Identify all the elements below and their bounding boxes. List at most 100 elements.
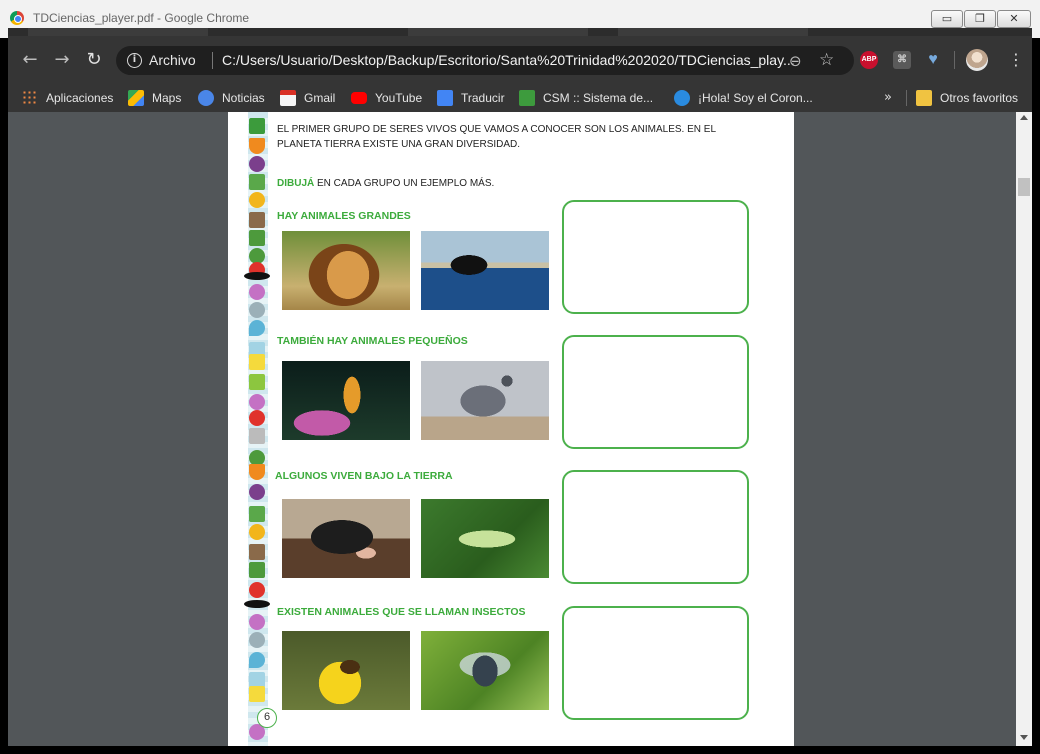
caterpillar-photo: [421, 499, 549, 578]
browser-window: TDCiencias_player.pdf - Google Chrome ▭ …: [0, 0, 1040, 754]
instruction-rest: EN CADA GRUPO UN EJEMPLO MÁS.: [314, 178, 495, 189]
scheme-label: Archivo: [149, 52, 196, 68]
bookmark-label: Noticias: [222, 91, 265, 105]
tomato-icon: [249, 582, 265, 598]
page-number: 6: [257, 708, 277, 728]
tab-ghost[interactable]: [28, 28, 208, 36]
heart-extension-icon[interactable]: ♥: [924, 51, 942, 69]
drawing-box-large-animals[interactable]: [562, 200, 749, 314]
carrot-icon: [249, 464, 265, 480]
lettuce-icon: [249, 374, 265, 390]
address-bar[interactable]: i Archivo C:/Users/Usuario/Desktop/Backu…: [116, 46, 854, 75]
bookmark-label: Gmail: [304, 91, 336, 105]
beet-icon: [249, 484, 265, 500]
mole-photo: [282, 499, 410, 578]
plant-icon: [249, 562, 265, 578]
bookmark-noticias[interactable]: Noticias: [198, 84, 265, 112]
sun-icon: [249, 524, 265, 540]
gmail-icon: [280, 90, 296, 106]
profile-avatar[interactable]: [966, 49, 988, 71]
url-text[interactable]: C:/Users/Usuario/Desktop/Backup/Escritor…: [222, 52, 795, 68]
drop-icon: [249, 652, 265, 668]
snail-icon: [249, 302, 265, 318]
scroll-down-arrow-icon[interactable]: [1020, 735, 1028, 740]
bird-icon: [244, 272, 270, 280]
bookmarks-divider: [906, 90, 907, 106]
zoom-icon[interactable]: ⊖: [789, 52, 802, 70]
flower-icon: [249, 284, 265, 300]
apps-grid-icon: [22, 90, 38, 106]
pigeon-photo: [421, 361, 549, 440]
pdf-viewer[interactable]: El primer grupo de seres vivos que vamos…: [8, 112, 1032, 746]
carrot-icon: [249, 138, 265, 154]
site-info-icon[interactable]: i: [127, 53, 142, 68]
flower-icon: [249, 614, 265, 630]
flower-icon: [249, 394, 265, 410]
drop-icon: [249, 320, 265, 336]
section-title-large-animals: Hay animales grandes: [277, 210, 411, 222]
fly-photo: [421, 631, 549, 710]
chrome-logo-icon: [10, 11, 24, 25]
drawing-box-small-animals[interactable]: [562, 335, 749, 449]
kebab-menu-icon[interactable]: ⋮: [1008, 49, 1024, 71]
bookmark-star-icon[interactable]: ☆: [819, 50, 834, 70]
scroll-up-arrow-icon[interactable]: [1020, 115, 1028, 120]
toolbar-divider: [954, 51, 955, 69]
bookmark-label: Otros favoritos: [940, 91, 1019, 105]
lemon-icon: [249, 354, 265, 370]
bookmark-hola[interactable]: ¡Hola! Soy el Coron...: [674, 84, 813, 112]
snail-icon: [249, 632, 265, 648]
drawing-box-insects[interactable]: [562, 606, 749, 720]
intro-text: El primer grupo de seres vivos que vamos…: [277, 124, 716, 150]
bee-photo: [282, 631, 410, 710]
sun-icon: [249, 192, 265, 208]
bookmark-gmail[interactable]: Gmail: [280, 84, 335, 112]
tab-ghost[interactable]: [618, 28, 808, 36]
translate-icon: [437, 90, 453, 106]
close-button[interactable]: ✕: [997, 10, 1031, 28]
seahorse-photo: [282, 361, 410, 440]
minimize-button[interactable]: ▭: [931, 10, 963, 28]
drawing-box-underground-animals[interactable]: [562, 470, 749, 584]
plant-icon: [249, 230, 265, 246]
more-bookmarks-icon[interactable]: »: [884, 90, 892, 105]
apple-icon: [249, 410, 265, 426]
bookmark-traducir[interactable]: Traducir: [437, 84, 505, 112]
adblock-extension-icon[interactable]: ABP: [860, 51, 878, 69]
leaf-icon: [249, 118, 265, 134]
reload-icon[interactable]: ↻: [84, 50, 104, 70]
maps-icon: [128, 90, 144, 106]
sprout-icon: [249, 506, 265, 522]
forward-arrow-icon[interactable]: →: [52, 50, 72, 70]
bookmark-aplicaciones[interactable]: Aplicaciones: [22, 84, 113, 112]
bookmark-maps[interactable]: Maps: [128, 84, 181, 112]
beet-icon: [249, 156, 265, 172]
chat-icon: [674, 90, 690, 106]
tab-ghost[interactable]: [408, 28, 588, 36]
sprout-icon: [249, 174, 265, 190]
bookmark-csm[interactable]: CSM :: Sistema de...: [519, 84, 653, 112]
pdf-extension-icon[interactable]: ⌘: [893, 51, 911, 69]
section-title-underground-animals: Algunos viven bajo la tierra: [275, 470, 453, 482]
whale-photo: [421, 231, 549, 310]
browser-toolbar: ← → ↻ i Archivo C:/Users/Usuario/Desktop…: [8, 36, 1032, 84]
pdf-page: El primer grupo de seres vivos que vamos…: [228, 112, 794, 746]
instruction-text: DIBUJÁ EN CADA GRUPO UN EJEMPLO MÁS.: [277, 178, 494, 189]
csm-icon: [519, 90, 535, 106]
bookmark-label: Maps: [152, 91, 182, 105]
vertical-scrollbar[interactable]: [1016, 112, 1032, 746]
youtube-icon: [351, 92, 367, 104]
bookmark-youtube[interactable]: YouTube: [351, 84, 422, 112]
back-arrow-icon[interactable]: ←: [20, 50, 40, 70]
section-title-small-animals: También hay animales pequeños: [277, 335, 468, 347]
instruction-keyword: DIBUJÁ: [277, 178, 315, 189]
bookmark-label: CSM :: Sistema de...: [543, 91, 654, 105]
boot-icon: [249, 544, 265, 560]
folder-icon: [916, 90, 932, 106]
bookmark-label: Aplicaciones: [46, 91, 114, 105]
scrollbar-thumb[interactable]: [1018, 178, 1030, 196]
bookmark-otros-favoritos[interactable]: Otros favoritos: [916, 84, 1018, 112]
window-title: TDCiencias_player.pdf - Google Chrome: [33, 11, 250, 25]
address-separator: [212, 52, 213, 69]
maximize-button[interactable]: ❐: [964, 10, 996, 28]
